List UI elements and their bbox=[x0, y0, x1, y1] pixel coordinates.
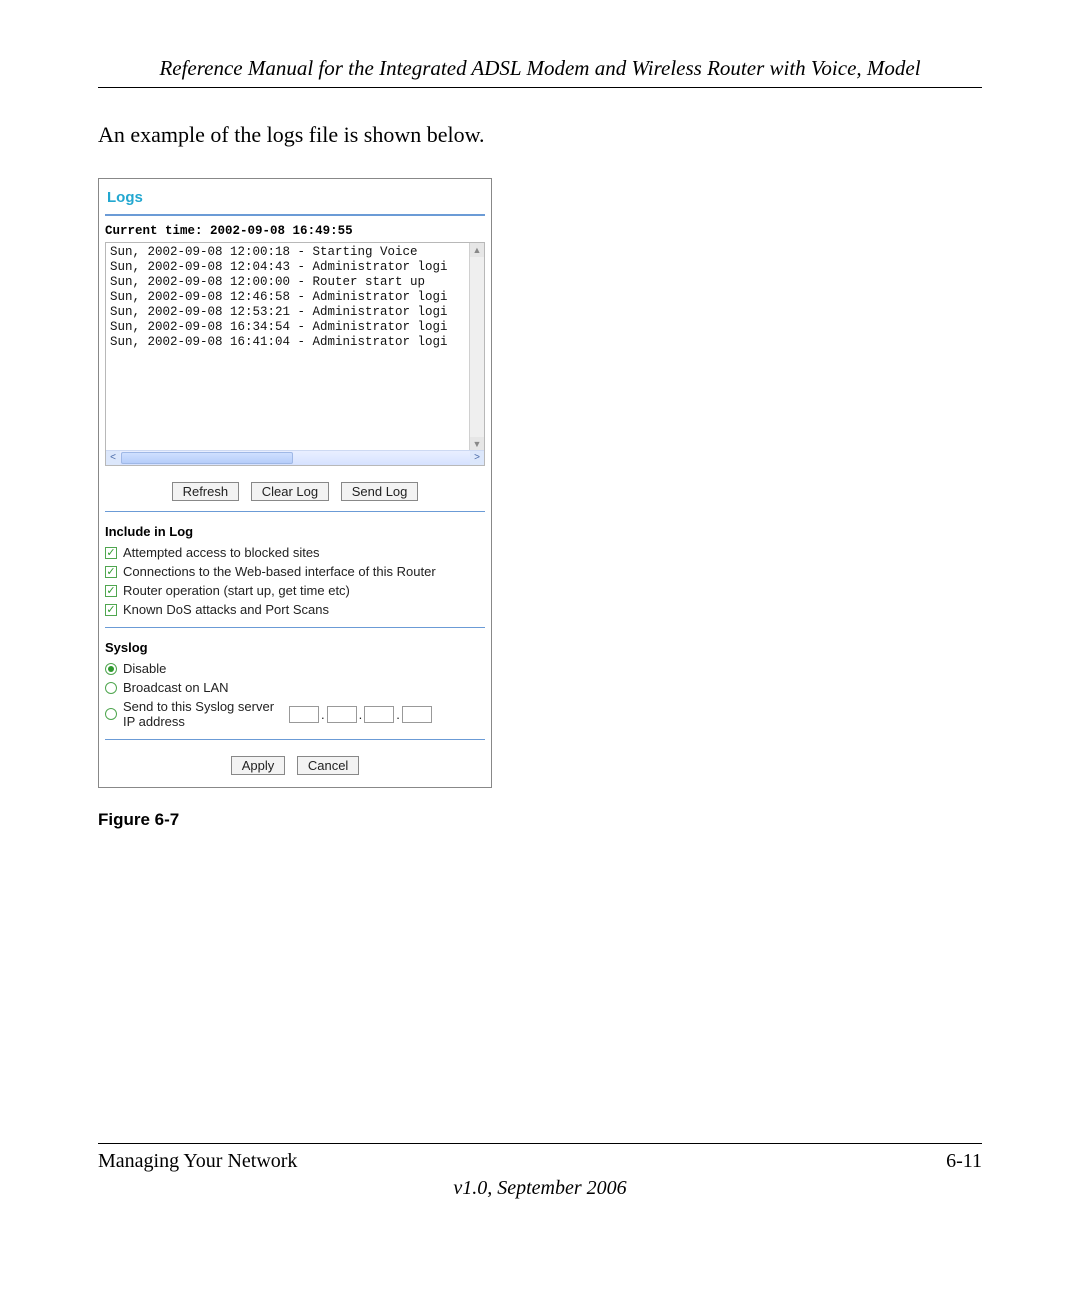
include-option-row: ✓ Attempted access to blocked sites bbox=[105, 545, 485, 560]
footer-version: v1.0, September 2006 bbox=[98, 1177, 982, 1200]
syslog-option-label: Send to this Syslog server IP address bbox=[123, 699, 283, 729]
horizontal-scrollbar[interactable]: < > bbox=[106, 450, 484, 465]
log-lines: Sun, 2002-09-08 12:00:18 - Starting Voic… bbox=[106, 243, 484, 352]
current-time-label: Current time: bbox=[105, 224, 203, 238]
checkbox-checked-icon[interactable]: ✓ bbox=[105, 585, 117, 597]
include-option-row: ✓ Known DoS attacks and Port Scans bbox=[105, 602, 485, 617]
log-textarea[interactable]: Sun, 2002-09-08 12:00:18 - Starting Voic… bbox=[105, 242, 485, 466]
include-option-label: Connections to the Web-based interface o… bbox=[123, 564, 436, 579]
divider bbox=[105, 214, 485, 216]
page-container: Reference Manual for the Integrated ADSL… bbox=[0, 0, 1080, 1296]
page-footer: Managing Your Network 6-11 v1.0, Septemb… bbox=[98, 1143, 982, 1200]
cancel-button[interactable]: Cancel bbox=[297, 756, 359, 775]
send-log-button[interactable]: Send Log bbox=[341, 482, 419, 501]
radio-unselected-icon[interactable] bbox=[105, 708, 117, 720]
running-header: Reference Manual for the Integrated ADSL… bbox=[98, 56, 982, 81]
ip-octet-input[interactable] bbox=[364, 706, 394, 723]
current-time-value: 2002-09-08 16:49:55 bbox=[210, 224, 353, 238]
panel-title: Logs bbox=[105, 185, 485, 214]
refresh-button[interactable]: Refresh bbox=[172, 482, 240, 501]
syslog-option-label: Broadcast on LAN bbox=[123, 680, 229, 695]
intro-text: An example of the logs file is shown bel… bbox=[98, 122, 982, 148]
header-rule bbox=[98, 87, 982, 88]
include-option-row: ✓ Router operation (start up, get time e… bbox=[105, 583, 485, 598]
scroll-right-icon[interactable]: > bbox=[470, 451, 484, 465]
footer-section: Managing Your Network bbox=[98, 1150, 297, 1173]
scroll-left-icon[interactable]: < bbox=[106, 451, 120, 465]
checkbox-checked-icon[interactable]: ✓ bbox=[105, 547, 117, 559]
syslog-heading: Syslog bbox=[105, 640, 485, 655]
ip-octet-input[interactable] bbox=[402, 706, 432, 723]
scroll-up-icon[interactable]: ▲ bbox=[470, 243, 484, 257]
vertical-scrollbar[interactable]: ▲ ▼ bbox=[469, 243, 484, 451]
footer-page-number: 6-11 bbox=[946, 1150, 982, 1173]
apply-cancel-row: Apply Cancel bbox=[105, 756, 485, 775]
radio-selected-icon[interactable] bbox=[105, 663, 117, 675]
syslog-option-label: Disable bbox=[123, 661, 166, 676]
include-option-label: Attempted access to blocked sites bbox=[123, 545, 320, 560]
include-option-label: Known DoS attacks and Port Scans bbox=[123, 602, 329, 617]
include-in-log-heading: Include in Log bbox=[105, 524, 485, 539]
scroll-down-icon[interactable]: ▼ bbox=[470, 437, 484, 451]
checkbox-checked-icon[interactable]: ✓ bbox=[105, 566, 117, 578]
current-time-row: Current time: 2002-09-08 16:49:55 bbox=[105, 224, 485, 238]
ip-octet-input[interactable] bbox=[289, 706, 319, 723]
radio-unselected-icon[interactable] bbox=[105, 682, 117, 694]
include-option-label: Router operation (start up, get time etc… bbox=[123, 583, 350, 598]
scroll-thumb[interactable] bbox=[121, 452, 293, 464]
divider bbox=[105, 511, 485, 512]
log-buttons-row: Refresh Clear Log Send Log bbox=[105, 482, 485, 501]
syslog-option-row: Disable bbox=[105, 661, 485, 676]
figure-caption: Figure 6-7 bbox=[98, 810, 982, 830]
footer-rule bbox=[98, 1143, 982, 1144]
checkbox-checked-icon[interactable]: ✓ bbox=[105, 604, 117, 616]
include-option-row: ✓ Connections to the Web-based interface… bbox=[105, 564, 485, 579]
clear-log-button[interactable]: Clear Log bbox=[251, 482, 329, 501]
syslog-option-row: Broadcast on LAN bbox=[105, 680, 485, 695]
divider bbox=[105, 627, 485, 628]
divider bbox=[105, 739, 485, 740]
apply-button[interactable]: Apply bbox=[231, 756, 286, 775]
syslog-option-row: Send to this Syslog server IP address ..… bbox=[105, 699, 485, 729]
ip-octet-input[interactable] bbox=[327, 706, 357, 723]
logs-screenshot-panel: Logs Current time: 2002-09-08 16:49:55 S… bbox=[98, 178, 492, 788]
